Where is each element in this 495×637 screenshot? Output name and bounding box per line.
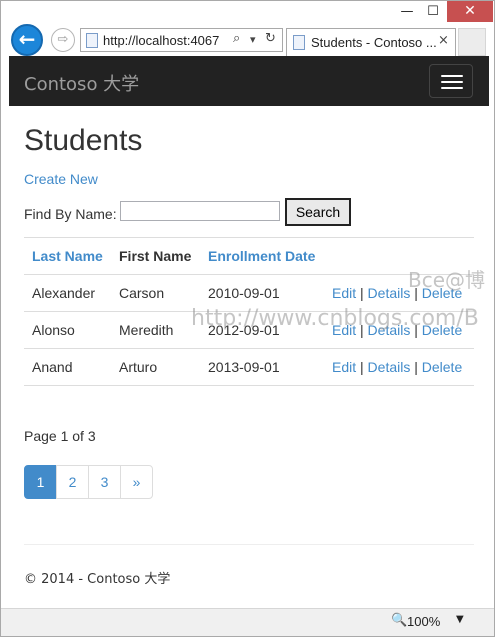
search-button[interactable]: Search bbox=[285, 198, 351, 226]
table-row: Anand Arturo 2013-09-01 Edit | Details |… bbox=[24, 348, 474, 386]
separator: | bbox=[360, 285, 364, 301]
zoom-icon[interactable]: 🔍 bbox=[391, 613, 407, 628]
pagination: 1 2 3 » bbox=[24, 465, 153, 499]
first-name-cell: Carson bbox=[111, 274, 200, 312]
browser-toolbar: ← ⇨ http://localhost:4067 ⌕ ▾ ↻ Students… bbox=[1, 23, 494, 56]
address-bar[interactable]: http://localhost:4067 ⌕ ▾ ↻ bbox=[80, 28, 283, 52]
site-navbar: Contoso 大学 bbox=[9, 56, 489, 106]
page-title: Students bbox=[24, 124, 143, 157]
maximize-icon[interactable]: ☐ bbox=[419, 1, 447, 22]
details-link[interactable]: Details bbox=[368, 359, 411, 375]
status-bar: 🔍 100% ▼ bbox=[1, 608, 494, 636]
tab-close-icon[interactable]: × bbox=[438, 33, 449, 48]
address-text[interactable]: http://localhost:4067 bbox=[103, 33, 231, 48]
title-bar: — ☐ ✕ bbox=[1, 1, 494, 23]
watermark-line-2: http://www.cnblogs.com/B bbox=[191, 306, 479, 331]
page-info: Page 1 of 3 bbox=[24, 428, 96, 444]
brand-link[interactable]: Contoso 大学 bbox=[24, 70, 139, 96]
last-name-cell: Anand bbox=[24, 348, 111, 386]
edit-link[interactable]: Edit bbox=[332, 285, 356, 301]
hamburger-icon-bar bbox=[441, 81, 463, 83]
chevron-down-icon[interactable]: ▾ bbox=[250, 33, 256, 46]
sort-last-name-link[interactable]: Last Name bbox=[32, 248, 103, 264]
enrollment-date-cell: 2013-09-01 bbox=[200, 348, 324, 386]
page-link-2[interactable]: 2 bbox=[56, 465, 89, 499]
refresh-icon[interactable]: ↻ bbox=[265, 31, 276, 46]
actions-cell: Edit | Details | Delete bbox=[324, 348, 474, 386]
details-link[interactable]: Details bbox=[368, 285, 411, 301]
page-link-1[interactable]: 1 bbox=[24, 465, 57, 499]
hamburger-icon-bar bbox=[441, 87, 463, 89]
search-input[interactable] bbox=[120, 201, 280, 221]
browser-window: — ☐ ✕ ← ⇨ http://localhost:4067 ⌕ ▾ ↻ St… bbox=[0, 0, 495, 637]
main-content: Students Create New Find By Name: Search… bbox=[9, 106, 489, 606]
new-tab-button[interactable] bbox=[458, 28, 486, 56]
last-name-cell: Alexander bbox=[24, 274, 111, 312]
zoom-dropdown-icon[interactable]: ▼ bbox=[456, 614, 464, 625]
page-next-link[interactable]: » bbox=[120, 465, 153, 499]
minimize-icon[interactable]: — bbox=[393, 1, 421, 22]
tab-page-icon bbox=[293, 35, 305, 50]
first-name-cell: Arturo bbox=[111, 348, 200, 386]
footer-divider bbox=[24, 544, 474, 545]
edit-link[interactable]: Edit bbox=[332, 359, 356, 375]
footer-text: © 2014 - Contoso 大学 bbox=[24, 572, 171, 587]
zoom-level[interactable]: 100% bbox=[407, 614, 440, 629]
search-icon[interactable]: ⌕ bbox=[233, 31, 240, 46]
watermark-line-1: Bce@博 bbox=[408, 268, 486, 292]
page-icon bbox=[86, 33, 98, 48]
first-name-cell: Meredith bbox=[111, 311, 200, 349]
forward-icon[interactable]: ⇨ bbox=[51, 28, 75, 52]
separator: | bbox=[360, 359, 364, 375]
tab-title[interactable]: Students - Contoso ... bbox=[311, 35, 436, 50]
first-name-header: First Name bbox=[111, 237, 200, 275]
find-label: Find By Name: bbox=[24, 206, 117, 222]
back-icon[interactable]: ← bbox=[11, 24, 43, 56]
close-icon[interactable]: ✕ bbox=[447, 1, 493, 22]
hamburger-icon-bar bbox=[441, 75, 463, 77]
browser-tab[interactable]: Students - Contoso ... × bbox=[286, 28, 456, 56]
table-header-row: Last Name First Name Enrollment Date bbox=[24, 237, 474, 275]
delete-link[interactable]: Delete bbox=[422, 359, 462, 375]
separator: | bbox=[414, 359, 418, 375]
create-new-link[interactable]: Create New bbox=[24, 171, 98, 187]
page-link-3[interactable]: 3 bbox=[88, 465, 121, 499]
sort-enrollment-date-link[interactable]: Enrollment Date bbox=[208, 248, 315, 264]
menu-toggle-button[interactable] bbox=[429, 64, 473, 98]
last-name-cell: Alonso bbox=[24, 311, 111, 349]
